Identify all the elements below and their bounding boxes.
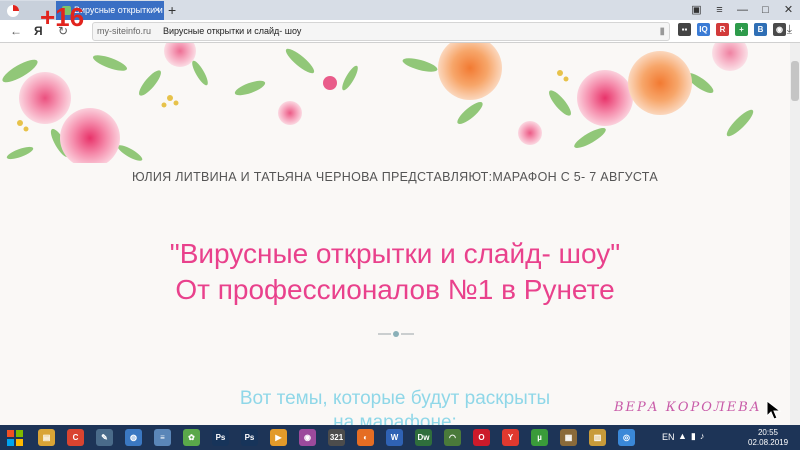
system-tray-icons[interactable]: ▲▮♪	[678, 431, 708, 442]
scroll-thumb[interactable]	[791, 61, 799, 101]
close-window-icon[interactable]: ✕	[777, 0, 800, 20]
url-field[interactable]: my-siteinfo.ru Вирусные открытки и слайд…	[92, 22, 670, 41]
language-indicator[interactable]: EN	[662, 432, 675, 442]
bookmarks-icon[interactable]: ▣	[685, 0, 708, 20]
windows-taskbar: ▤ C ✎ ◍ ≡ ✿ Ps Ps ▶ ◉ 321 ◐ W Dw ◠ O Yµ ▦ ▥ ◎ EN ▲▮♪ 20:55 …	[0, 425, 800, 450]
download-icon[interactable]: ⤓	[787, 22, 792, 37]
calendar-app-icon[interactable]: 321	[328, 429, 345, 446]
url-page-title: Вирусные открытки и слайд- шоу	[163, 26, 302, 36]
paint-app-icon[interactable]: ✿	[183, 429, 200, 446]
firefox-app-icon[interactable]: ◐	[357, 429, 374, 446]
url-domain: my-siteinfo.ru	[97, 26, 152, 36]
floral-banner-image	[2, 43, 754, 163]
tab-close-icon[interactable]: ×	[154, 1, 160, 20]
media-app-icon[interactable]: ◉	[299, 429, 316, 446]
web-page: ЮЛИЯ ЛИТВИНА И ТАТЬЯНА ЧЕРНОВА ПРЕДСТАВЛ…	[0, 43, 790, 425]
tab-title: Вирусные открытки и сл	[74, 5, 164, 15]
green-ext-icon[interactable]: +	[735, 23, 748, 36]
address-bar: ← Я ↻ my-siteinfo.ru Вирусные открытки и…	[0, 20, 800, 43]
chrome-app-icon[interactable]: ◎	[618, 429, 635, 446]
bookmark-icon[interactable]: ▮	[659, 23, 665, 40]
word-app-icon[interactable]: W	[386, 429, 403, 446]
globe-app-icon[interactable]: ◍	[125, 429, 142, 446]
play-app-icon[interactable]: ▶	[270, 429, 287, 446]
opera-app-icon[interactable]: O	[473, 429, 490, 446]
wifi-app-icon[interactable]: ◠	[444, 429, 461, 446]
maximize-icon[interactable]: □	[754, 0, 777, 20]
new-tab-button[interactable]: +	[168, 1, 176, 19]
red-app-icon[interactable]: C	[67, 429, 84, 446]
headline-line-1: "Вирусные открытки и слайд- шоу"	[169, 238, 621, 269]
yandex-app-icon[interactable]: Y	[502, 429, 519, 446]
red-ext-icon[interactable]: R	[716, 23, 729, 36]
tab-strip: Вирусные открытки и сл × + ▣ ≡ — □ ✕	[0, 0, 800, 20]
extension-icons: ▪▪ IQ R + B ◉	[678, 23, 792, 36]
ps-app-2-icon[interactable]: Ps	[241, 429, 258, 446]
system-clock[interactable]: 20:55 02.08.2019	[748, 428, 788, 448]
round-ext-icon[interactable]: ◉	[773, 23, 786, 36]
clock-date: 02.08.2019	[748, 438, 789, 447]
headline-line-2: От профессионалов №1 в Рунете	[175, 274, 615, 305]
notes-app-icon[interactable]: ≡	[154, 429, 171, 446]
clock-time: 20:55	[757, 428, 779, 437]
archive-app-icon[interactable]: ▦	[560, 429, 577, 446]
iq-ext-icon[interactable]: IQ	[697, 23, 710, 36]
dw-app-icon[interactable]: Dw	[415, 429, 432, 446]
window-controls: ▣ ≡ — □ ✕	[685, 0, 800, 20]
menu-ext-icon[interactable]: ▪▪	[678, 23, 691, 36]
windows-start-icon[interactable]	[4, 427, 26, 448]
counter-badge: +16	[40, 2, 85, 32]
ps-app-1-icon[interactable]: Ps	[212, 429, 229, 446]
marathon-subtitle: ЮЛИЯ ЛИТВИНА И ТАТЬЯНА ЧЕРНОВА ПРЕДСТАВЛ…	[132, 170, 658, 184]
page-scrollbar[interactable]	[790, 43, 800, 425]
yandex-tab-icon	[7, 5, 19, 17]
main-headline: "Вирусные открытки и слайд- шоу" От проф…	[0, 236, 790, 308]
menu-icon[interactable]: ≡	[708, 0, 731, 20]
back-arrow-icon[interactable]: ←	[10, 22, 22, 40]
blue-ext-icon[interactable]: B	[754, 23, 767, 36]
tool-app-icon[interactable]: ✎	[96, 429, 113, 446]
folder-app-icon[interactable]: ▤	[38, 429, 55, 446]
mouse-cursor-icon	[766, 400, 782, 420]
torrent-app-icon[interactable]: µ	[531, 429, 548, 446]
minimize-icon[interactable]: —	[731, 0, 754, 20]
author-watermark: ВЕРА КОРОЛЕВА	[614, 400, 762, 415]
explorer-app-icon[interactable]: ▥	[589, 429, 606, 446]
divider-ornament-icon	[378, 331, 414, 337]
